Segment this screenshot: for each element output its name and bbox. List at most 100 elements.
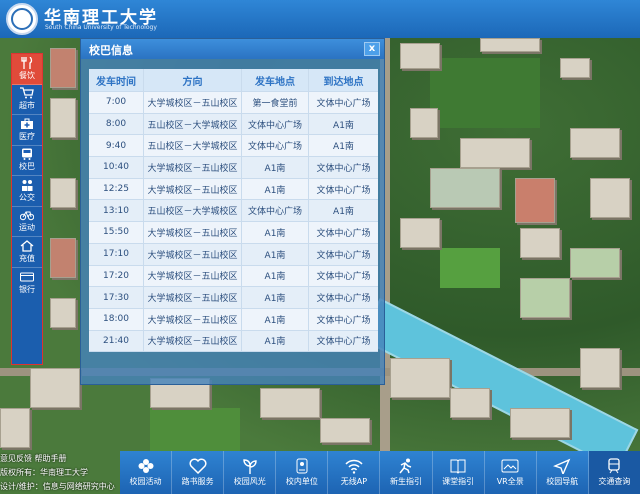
table-cell: 10:40 — [89, 157, 144, 178]
app-header: 华南理工大学 South China University of Technol… — [0, 0, 640, 38]
sidebar-item-school-bus[interactable]: 校巴 — [12, 146, 42, 176]
table-row: 17:20 大学城校区－五山校区 A1南 文体中心广场 — [89, 265, 378, 288]
sidebar-item-label: 超市 — [19, 101, 35, 111]
column-header: 到达地点 — [323, 76, 364, 88]
toolbar-campus-units[interactable]: 校内单位 — [276, 451, 329, 494]
table-cell: 五山校区－大学城校区 — [144, 113, 242, 135]
toolbar-classroom-guide[interactable]: 课堂指引 — [433, 451, 485, 494]
table-row: 13:10 五山校区－大学城校区 文体中心广场 A1南 — [89, 200, 378, 223]
bicycle-icon — [20, 211, 34, 221]
sidebar-item-public-transit[interactable]: 公交 — [12, 176, 42, 207]
toolbar-route-service[interactable]: 路书服务 — [172, 451, 225, 494]
map-building — [510, 408, 570, 438]
sidebar-item-medical[interactable]: 医疗 — [12, 115, 42, 146]
table-cell: 文体中心广场 — [242, 113, 309, 135]
table-row: 17:30 大学城校区－五山校区 A1南 文体中心广场 — [89, 287, 378, 309]
table-cell: 13:10 — [89, 200, 144, 222]
sidebar-item-supermarket[interactable]: 超市 — [12, 85, 42, 115]
map-building — [0, 408, 30, 448]
table-cell: 文体中心广场 — [316, 272, 371, 283]
map-building — [580, 348, 620, 388]
toolbar-label: 路书服务 — [181, 477, 214, 486]
toolbar-label: VR全景 — [496, 477, 524, 486]
people-icon — [22, 179, 33, 191]
university-logo — [6, 3, 38, 35]
table-row: 9:40 五山校区－大学城校区 文体中心广场 A1南 — [89, 135, 378, 158]
table-cell: 大学城校区－五山校区 — [144, 330, 242, 352]
table-row: 18:00 大学城校区－五山校区 A1南 文体中心广场 — [89, 308, 378, 331]
map-building — [430, 168, 500, 208]
medical-kit-icon — [21, 118, 33, 129]
map-building — [50, 298, 76, 328]
table-cell: 18:00 — [89, 308, 144, 330]
toolbar-wireless-ap[interactable]: 无线AP — [328, 451, 381, 494]
map-building — [50, 238, 76, 278]
map-building — [570, 248, 620, 278]
dialog-title: 校巴信息 — [89, 44, 133, 57]
house-icon — [20, 239, 34, 252]
category-sidebar: 餐饮 超市 医疗 校巴 公交 运动 充值 银行 — [11, 53, 43, 365]
toolbar-label: 交通查询 — [598, 477, 631, 486]
map-building — [390, 358, 450, 398]
map-building — [320, 418, 370, 443]
table-cell: 12:25 — [89, 178, 144, 200]
bus-icon — [22, 148, 32, 161]
table-cell: 文体中心广场 — [316, 337, 371, 348]
sidebar-item-sports[interactable]: 运动 — [12, 207, 42, 237]
sidebar-item-label: 餐饮 — [19, 70, 35, 80]
table-cell: A1南 — [242, 330, 309, 352]
navigation-icon — [553, 458, 571, 474]
table-cell: A1南 — [333, 207, 354, 218]
sidebar-item-label: 银行 — [19, 284, 35, 294]
toolbar-campus-navigation[interactable]: 校园导航 — [537, 451, 589, 494]
table-cell: 文体中心广场 — [316, 185, 371, 196]
map-building — [570, 128, 620, 158]
table-cell: 9:40 — [89, 135, 144, 157]
sidebar-item-top-up[interactable]: 充值 — [12, 237, 42, 268]
book-icon — [450, 459, 466, 474]
table-cell: 文体中心广场 — [316, 250, 371, 261]
toolbar-transport-query[interactable]: 交通查询 — [588, 451, 640, 494]
table-cell: 大学城校区－五山校区 — [144, 287, 242, 308]
map-building — [400, 218, 440, 248]
table-cell: 8:00 — [89, 113, 144, 135]
table-row: 17:10 大学城校区－五山校区 A1南 文体中心广场 — [89, 243, 378, 266]
toolbar-label: 校内单位 — [285, 477, 318, 486]
sidebar-item-bank[interactable]: 银行 — [12, 268, 42, 299]
feedback-help-links[interactable]: 意见反馈 帮助手册 — [0, 453, 125, 464]
table-cell: 文体中心广场 — [316, 98, 371, 109]
table-header-row: 发车时间 方向 发车地点 到达地点 — [89, 69, 378, 92]
table-cell: 17:10 — [89, 243, 144, 265]
map-building — [410, 108, 438, 138]
column-header: 方向 — [144, 69, 242, 91]
table-cell: 第一食堂前 — [242, 92, 309, 113]
cart-icon — [20, 87, 34, 99]
toolbar-campus-scenery[interactable]: 校园风光 — [224, 451, 277, 494]
sidebar-item-label: 医疗 — [19, 131, 35, 141]
table-cell: 17:30 — [89, 287, 144, 308]
heart-icon — [189, 458, 207, 474]
column-header: 发车地点 — [242, 69, 309, 91]
table-cell: 文体中心广场 — [242, 135, 309, 157]
table-row: 15:50 大学城校区－五山校区 A1南 文体中心广场 — [89, 222, 378, 244]
close-button[interactable]: x — [364, 42, 380, 56]
toolbar-vr-panorama[interactable]: VR全景 — [485, 451, 537, 494]
table-cell: A1南 — [242, 287, 309, 308]
table-row: 10:40 大学城校区－五山校区 A1南 文体中心广场 — [89, 157, 378, 179]
toolbar-freshman-guide[interactable]: 新生指引 — [380, 451, 433, 494]
toolbar-label: 校园活动 — [129, 477, 162, 486]
table-cell: 大学城校区－五山校区 — [144, 178, 242, 200]
map-building — [515, 178, 555, 223]
column-header: 发车时间 — [89, 69, 144, 91]
table-cell: 大学城校区－五山校区 — [144, 92, 242, 113]
bus-schedule-table: 发车时间 方向 发车地点 到达地点 7:00 大学城校区－五山校区 第一食堂前 文体中… — [89, 69, 378, 353]
sidebar-item-dining[interactable]: 餐饮 — [12, 54, 42, 85]
map-pin-icon — [296, 458, 308, 474]
table-cell: A1南 — [242, 243, 309, 265]
table-row: 7:00 大学城校区－五山校区 第一食堂前 文体中心广场 — [89, 92, 378, 114]
table-cell: A1南 — [242, 265, 309, 287]
map-building — [480, 38, 540, 52]
map-building — [520, 278, 570, 318]
toolbar-campus-activities[interactable]: 校园活动 — [120, 451, 173, 494]
table-cell: 五山校区－大学城校区 — [144, 135, 242, 157]
